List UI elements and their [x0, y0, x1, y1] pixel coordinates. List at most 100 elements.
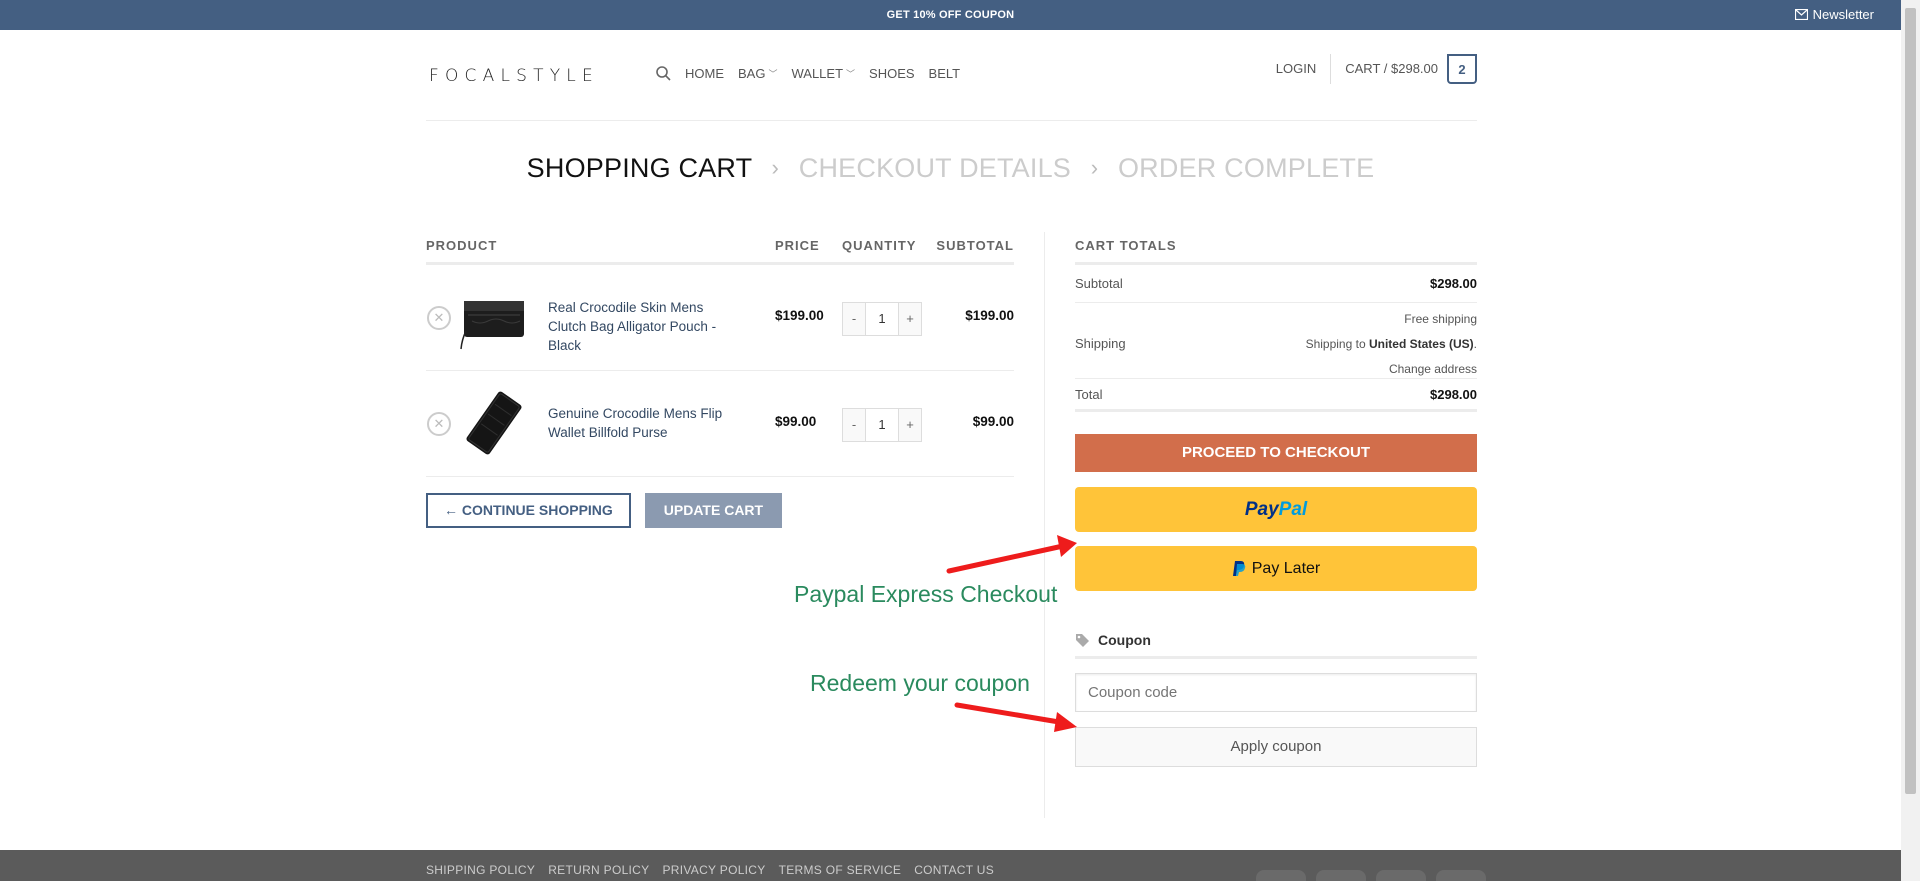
remove-item-icon[interactable]: ✕ — [427, 412, 451, 436]
quantity-stepper: - 1 + — [842, 408, 922, 442]
product-price: $199.00 — [775, 308, 824, 323]
pay-later-button[interactable]: Pay Later — [1075, 546, 1477, 591]
proceed-to-checkout-button[interactable]: PROCEED TO CHECKOUT — [1075, 434, 1477, 472]
apply-coupon-button[interactable]: Apply coupon — [1075, 727, 1477, 767]
update-cart-button[interactable]: UPDATE CART — [644, 493, 783, 528]
nav-label: WALLET — [791, 66, 844, 81]
shipping-label: Shipping — [1075, 336, 1126, 351]
column-subtotal: SUBTOTAL — [936, 238, 1014, 253]
annotation-coupon: Redeem your coupon — [810, 670, 1030, 696]
chevron-right-icon: › — [1090, 155, 1099, 180]
table-header: PRODUCT PRICE QUANTITY SUBTOTAL — [426, 232, 1014, 265]
quantity-increase-button[interactable]: + — [899, 409, 921, 441]
subtotal-value: $298.00 — [1430, 276, 1477, 291]
shipping-row: Shipping Free shipping Shipping to Unite… — [1075, 303, 1477, 379]
cart-actions: ← CONTINUE SHOPPING UPDATE CART — [426, 493, 1014, 528]
footer-link-contact-us[interactable]: CONTACT US — [914, 863, 994, 877]
step-order-complete: ORDER COMPLETE — [1117, 153, 1375, 183]
total-row: Total $298.00 — [1075, 379, 1477, 412]
coupon-heading-label: Coupon — [1098, 631, 1151, 648]
nav-home[interactable]: HOME — [685, 66, 724, 81]
subtotal-label: Subtotal — [1075, 276, 1123, 291]
envelope-icon — [1794, 9, 1808, 20]
paypal-button[interactable]: PayPal — [1075, 487, 1477, 532]
nav-shoes[interactable]: SHOES — [869, 66, 915, 81]
remove-item-icon[interactable]: ✕ — [427, 306, 451, 330]
scrollbar-thumb[interactable] — [1905, 8, 1916, 794]
footer-links: SHIPPING POLICY RETURN POLICY PRIVACY PO… — [426, 863, 994, 877]
step-checkout-details[interactable]: CHECKOUT DETAILS — [799, 153, 1071, 183]
payment-card-icon — [1256, 870, 1306, 881]
total-value: $298.00 — [1430, 386, 1477, 402]
payment-card-icon — [1436, 870, 1486, 881]
cart-link[interactable]: CART / $298.00 — [1331, 54, 1438, 84]
nav-label: SHOES — [869, 66, 915, 81]
login-link[interactable]: LOGIN — [1276, 54, 1332, 84]
shipping-to-label: Shipping to — [1305, 337, 1366, 351]
footer-link-return-policy[interactable]: RETURN POLICY — [548, 863, 649, 877]
shipping-destination: Shipping to United States (US). — [1305, 337, 1477, 351]
shipping-method: Free shipping — [1404, 312, 1477, 326]
coupon-code-input[interactable] — [1075, 673, 1477, 712]
top-bar: GET 10% OFF COUPON Newsletter — [0, 0, 1901, 30]
coupon-heading: Coupon — [1075, 623, 1477, 659]
nav-wallet[interactable]: WALLET ﹀ — [791, 66, 855, 81]
paypal-icon — [1232, 561, 1245, 576]
change-address-link[interactable]: Change address — [1306, 357, 1477, 382]
shipping-details: Free shipping Shipping to United States … — [1306, 307, 1477, 382]
arrow-to-paypal — [946, 535, 1077, 574]
total-label: Total — [1075, 386, 1103, 402]
shipping-country: United States (US) — [1368, 337, 1474, 351]
quantity-increase-button[interactable]: + — [899, 303, 921, 335]
site-header: FOCALSTYLE HOME BAG ﹀ WALLET ﹀ SHOES BELT … — [426, 30, 1477, 121]
cart-totals-heading: CART TOTALS — [1075, 232, 1477, 265]
nav-bag[interactable]: BAG ﹀ — [738, 66, 777, 81]
site-footer: SHIPPING POLICY RETURN POLICY PRIVACY PO… — [0, 850, 1901, 881]
column-price: PRICE — [775, 238, 820, 253]
cart-count-badge[interactable]: 2 — [1447, 54, 1477, 84]
cart-table: PRODUCT PRICE QUANTITY SUBTOTAL ✕ Real C… — [426, 232, 1014, 528]
continue-shopping-button[interactable]: ← CONTINUE SHOPPING — [426, 493, 631, 528]
quantity-input[interactable]: 1 — [865, 409, 899, 441]
pay-later-label: Pay Later — [1251, 559, 1321, 577]
site-logo[interactable]: FOCALSTYLE — [429, 66, 599, 86]
footer-link-privacy-policy[interactable]: PRIVACY POLICY — [662, 863, 765, 877]
scrollbar[interactable] — [1901, 0, 1920, 881]
product-price: $99.00 — [775, 414, 817, 429]
payment-icons — [1256, 870, 1486, 881]
newsletter-label: Newsletter — [1812, 7, 1874, 22]
quantity-input[interactable]: 1 — [865, 303, 899, 335]
column-quantity: QUANTITY — [842, 238, 917, 253]
paypal-logo-pal: Pal — [1278, 499, 1308, 520]
account-nav: LOGIN CART / $298.00 2 — [1276, 54, 1477, 84]
footer-link-terms-of-service[interactable]: TERMS OF SERVICE — [779, 863, 902, 877]
product-thumbnail-wallet[interactable] — [458, 387, 530, 459]
product-name-link[interactable]: Genuine Crocodile Mens Flip Wallet Billf… — [548, 404, 724, 442]
product-name-link[interactable]: Real Crocodile Skin Mens Clutch Bag Alli… — [548, 298, 724, 355]
paypal-logo-pay: Pay — [1244, 499, 1279, 520]
cart-totals: CART TOTALS Subtotal $298.00 Shipping Fr… — [1075, 232, 1477, 767]
step-shopping-cart[interactable]: SHOPPING CART — [527, 153, 752, 183]
nav-label: BAG — [738, 66, 766, 81]
nav-belt[interactable]: BELT — [929, 66, 961, 81]
column-product: PRODUCT — [426, 238, 498, 253]
search-icon[interactable] — [656, 66, 671, 81]
checkout-steps: SHOPPING CART › CHECKOUT DETAILS › ORDER… — [0, 153, 1901, 184]
chevron-down-icon: ﹀ — [846, 69, 856, 79]
annotation-paypal: Paypal Express Checkout — [794, 581, 1058, 607]
tag-icon — [1076, 633, 1089, 647]
product-thumbnail-clutch[interactable] — [458, 281, 530, 353]
quantity-decrease-button[interactable]: - — [843, 303, 865, 335]
chevron-right-icon: › — [771, 155, 780, 180]
chevron-down-icon: ﹀ — [768, 69, 778, 79]
newsletter-link[interactable]: Newsletter — [1794, 7, 1874, 22]
table-row: ✕ Real Crocodile Skin Mens Clutch Bag Al… — [426, 265, 1014, 371]
nav-label: HOME — [685, 66, 724, 81]
promo-text[interactable]: GET 10% OFF COUPON — [0, 9, 1901, 21]
footer-link-shipping-policy[interactable]: SHIPPING POLICY — [426, 863, 535, 877]
quantity-decrease-button[interactable]: - — [843, 409, 865, 441]
product-subtotal: $199.00 — [965, 308, 1014, 323]
nav-label: BELT — [928, 66, 961, 81]
quantity-stepper: - 1 + — [842, 302, 922, 336]
main-nav: HOME BAG ﹀ WALLET ﹀ SHOES BELT — [656, 66, 960, 81]
